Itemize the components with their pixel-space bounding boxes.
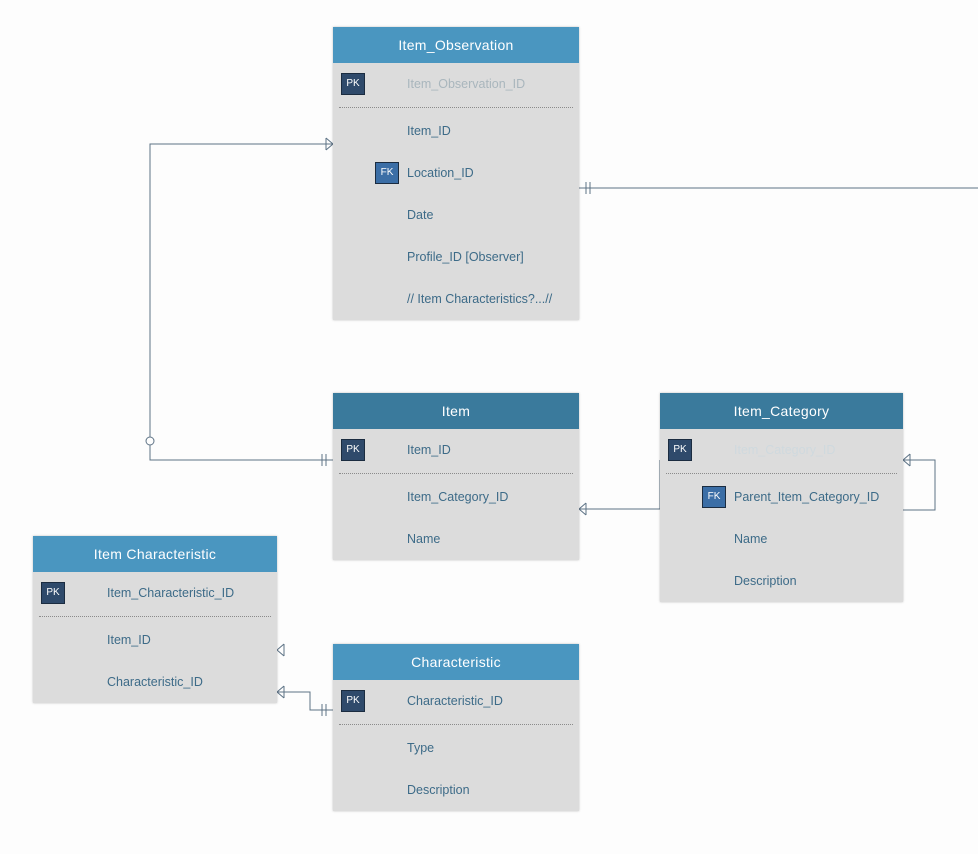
field-name: Name bbox=[333, 518, 579, 560]
field-description: Description bbox=[333, 769, 579, 811]
entity-item-observation[interactable]: Item_Observation PK Item_Observation_ID … bbox=[333, 27, 579, 320]
field-pk: PK Characteristic_ID bbox=[333, 680, 579, 722]
entity-header: Characteristic bbox=[333, 644, 579, 680]
entity-header: Item_Observation bbox=[333, 27, 579, 63]
field-pk: PK Item_Observation_ID bbox=[333, 63, 579, 105]
pk-badge: PK bbox=[41, 582, 65, 604]
field-label: Item_Characteristic_ID bbox=[107, 586, 234, 600]
field-profile-id: Profile_ID [Observer] bbox=[333, 236, 579, 278]
field-label: Item_Category_ID bbox=[734, 443, 835, 457]
field-type: Type bbox=[333, 727, 579, 769]
field-date: Date bbox=[333, 194, 579, 236]
field-label: Item_ID bbox=[407, 443, 451, 457]
entity-item[interactable]: Item PK Item_ID Item_Category_ID Name bbox=[333, 393, 579, 560]
pk-badge: PK bbox=[668, 439, 692, 461]
pk-badge: PK bbox=[341, 73, 365, 95]
entity-header: Item bbox=[333, 393, 579, 429]
field-item-id: Item_ID bbox=[33, 619, 277, 661]
entity-header: Item Characteristic bbox=[33, 536, 277, 572]
field-label: Characteristic_ID bbox=[407, 694, 503, 708]
field-label: Location_ID bbox=[407, 166, 474, 180]
divider bbox=[339, 107, 573, 108]
divider bbox=[666, 473, 897, 474]
field-item-id: Item_ID bbox=[333, 110, 579, 152]
divider bbox=[39, 616, 271, 617]
field-label: Item_Observation_ID bbox=[407, 77, 525, 91]
field-name: Name bbox=[660, 518, 903, 560]
divider bbox=[339, 473, 573, 474]
pk-badge: PK bbox=[341, 690, 365, 712]
fk-badge: FK bbox=[702, 486, 726, 508]
field-pk: PK Item_ID bbox=[333, 429, 579, 471]
field-location-id: FK Location_ID bbox=[333, 152, 579, 194]
field-description: Description bbox=[660, 560, 903, 602]
pk-badge: PK bbox=[341, 439, 365, 461]
divider bbox=[339, 724, 573, 725]
field-pk: PK Item_Category_ID bbox=[660, 429, 903, 471]
entity-header: Item_Category bbox=[660, 393, 903, 429]
field-characteristic-id: Characteristic_ID bbox=[33, 661, 277, 703]
entity-characteristic[interactable]: Characteristic PK Characteristic_ID Type… bbox=[333, 644, 579, 811]
field-parent: FK Parent_Item_Category_ID bbox=[660, 476, 903, 518]
field-label: Parent_Item_Category_ID bbox=[734, 490, 879, 504]
field-category-id: Item_Category_ID bbox=[333, 476, 579, 518]
field-pk: PK Item_Characteristic_ID bbox=[33, 572, 277, 614]
fk-badge: FK bbox=[375, 162, 399, 184]
entity-item-characteristic[interactable]: Item Characteristic PK Item_Characterist… bbox=[33, 536, 277, 703]
entity-item-category[interactable]: Item_Category PK Item_Category_ID FK Par… bbox=[660, 393, 903, 602]
field-note: // Item Characteristics?...// bbox=[333, 278, 579, 320]
